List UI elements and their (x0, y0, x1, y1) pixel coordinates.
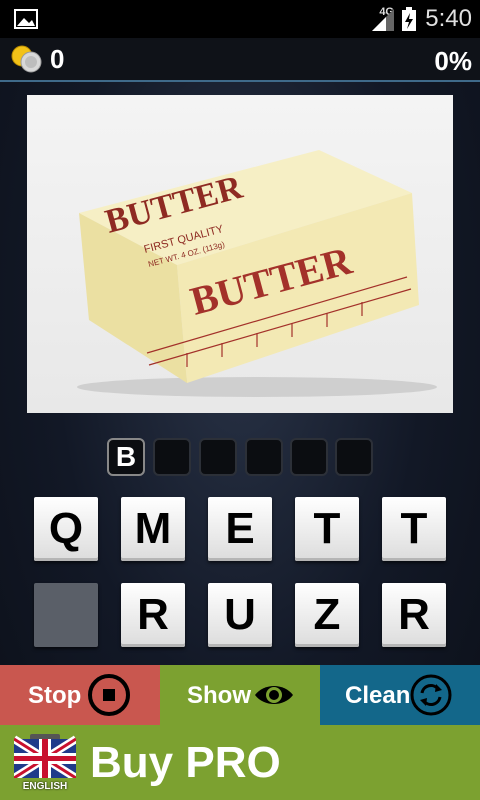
coins-count: 0 (50, 44, 65, 74)
answer-slot[interactable] (290, 438, 328, 476)
puzzle-image: BUTTER FIRST QUALITY NET WT. 4 OZ. (113g… (27, 95, 453, 413)
letter-key[interactable]: U (208, 583, 272, 647)
progress-percent: 0% (434, 46, 472, 76)
letter-key[interactable]: T (295, 497, 359, 561)
answer-slot[interactable] (245, 438, 283, 476)
info-bar: 0 0% (0, 38, 480, 82)
answer-slot[interactable] (199, 438, 237, 476)
letter-key[interactable]: R (121, 583, 185, 647)
signal-icon (372, 9, 394, 31)
buy-pro-label: Buy PRO (90, 738, 281, 787)
stop-icon (88, 674, 130, 716)
answer-slot[interactable]: B (107, 438, 145, 476)
buy-pro-banner[interactable]: ENGLISH Buy PRO (0, 725, 480, 800)
status-bar: 4G 5:40 (0, 0, 480, 38)
used-letter-key (34, 583, 98, 647)
battery-charging-icon (402, 7, 416, 31)
letter-key[interactable]: T (382, 497, 446, 561)
uk-flag-icon (14, 734, 76, 778)
letter-key[interactable]: E (208, 497, 272, 561)
refresh-icon (410, 674, 452, 716)
answer-slot[interactable] (335, 438, 373, 476)
stop-label: Stop (28, 682, 82, 709)
answer-slot[interactable] (153, 438, 191, 476)
letter-key[interactable]: Q (34, 497, 98, 561)
clean-button[interactable]: Clean (320, 665, 480, 725)
eye-icon (255, 686, 293, 704)
answer-row: B (107, 438, 373, 476)
clean-label: Clean (345, 682, 411, 709)
butter-image: BUTTER FIRST QUALITY NET WT. 4 OZ. (113g… (77, 150, 437, 397)
show-label: Show (187, 682, 251, 709)
letter-key[interactable]: Z (295, 583, 359, 647)
clock: 5:40 (425, 5, 472, 32)
stop-button[interactable]: Stop (0, 665, 160, 725)
coins-icon (11, 45, 42, 73)
letter-key[interactable]: R (382, 583, 446, 647)
letter-key[interactable]: M (121, 497, 185, 561)
show-button[interactable]: Show (160, 665, 320, 725)
gallery-icon (14, 9, 38, 29)
language-label: ENGLISH (22, 781, 68, 792)
